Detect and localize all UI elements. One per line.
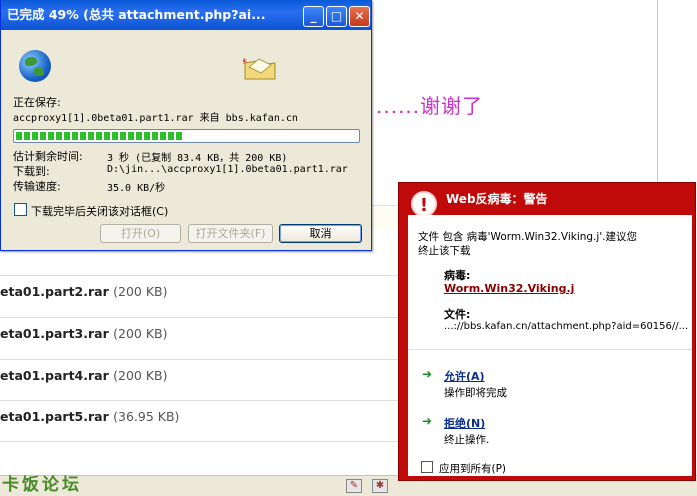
rate-value: 35.0 KB/秒: [107, 183, 166, 194]
download-progress-bar: [13, 129, 360, 143]
apply-all-checkbox[interactable]: [421, 461, 433, 473]
av-message-line1: 文件 包含 病毒'Worm.Win32.Viking.j'.建议您: [418, 231, 638, 243]
time-left-value: 3 秒 (已复制 83.4 KB，共 200 KB): [107, 153, 288, 164]
minimize-button[interactable]: _: [303, 6, 324, 27]
maximize-icon: □: [330, 9, 343, 23]
virus-label: 病毒:: [444, 269, 471, 282]
screen: ......谢谢了 eta01.part2.rar (200 KB) eta01…: [0, 0, 697, 496]
rate-label: 传输速度:: [13, 180, 61, 193]
attachment-size: (200 KB): [113, 326, 168, 341]
download-to-value: D:\jin...\accproxy1[1].0beta01.part1.rar: [107, 164, 348, 175]
post-text: ......谢谢了: [376, 94, 484, 118]
saving-file: accproxy1[1].0beta01.part1.rar 来自 bbs.ka…: [13, 113, 298, 124]
allow-arrow-icon: ➜: [422, 367, 433, 381]
svg-text:*: *: [243, 56, 247, 70]
forum-logo: 卡饭论坛: [2, 475, 82, 495]
progress-fill: [16, 132, 184, 140]
allow-description: 操作即将完成: [444, 387, 507, 399]
virus-name-link[interactable]: Worm.Win32.Viking.j: [444, 282, 574, 295]
av-message-line2: 终止该下载: [418, 245, 471, 257]
maximize-button[interactable]: □: [326, 6, 347, 27]
antivirus-tray-icon[interactable]: ✱: [372, 479, 388, 493]
file-value: ...://bbs.kafan.cn/attachment.php?aid=60…: [444, 321, 689, 332]
file-label: 文件:: [444, 308, 471, 321]
open-folder-button[interactable]: 打开文件夹(F): [188, 224, 273, 243]
globe-icon: [19, 50, 51, 82]
deny-description: 终止操作.: [444, 434, 490, 446]
attachment-row[interactable]: eta01.part4.rar (200 KB): [0, 359, 400, 401]
apply-all-label[interactable]: 应用到所有(P): [439, 461, 506, 476]
av-title: Web反病毒：警告: [446, 192, 548, 206]
close-when-done-label[interactable]: 下载完毕后关闭该对话框(C): [31, 203, 168, 219]
close-button[interactable]: ✕: [349, 6, 370, 27]
attachment-size: (200 KB): [113, 284, 168, 299]
page-border: [657, 0, 658, 190]
allow-link[interactable]: 允许(A): [444, 368, 485, 384]
av-body: 文件 包含 病毒'Worm.Win32.Viking.j'.建议您 终止该下载 …: [408, 215, 692, 476]
folder-icon: *: [243, 56, 276, 80]
divider: [0, 441, 400, 442]
open-button[interactable]: 打开(O): [100, 224, 181, 243]
attachment-row[interactable]: eta01.part2.rar (200 KB): [0, 275, 400, 317]
deny-arrow-icon: ➜: [422, 414, 433, 428]
attachment-name[interactable]: eta01.part4.rar: [0, 368, 109, 383]
saving-label: 正在保存:: [13, 96, 61, 109]
attachment-row[interactable]: eta01.part3.rar (200 KB): [0, 317, 400, 359]
av-titlebar: ! Web反病毒：警告: [399, 183, 695, 217]
download-dialog: 已完成 49% (总共 attachment.php?ai... _ □ ✕ *…: [0, 0, 372, 251]
minimize-icon: _: [310, 9, 317, 23]
attachment-row[interactable]: eta01.part5.rar (36.95 KB): [0, 400, 400, 442]
deny-link[interactable]: 拒绝(N): [444, 415, 485, 431]
close-when-done-checkbox[interactable]: [14, 203, 27, 216]
close-icon: ✕: [354, 9, 365, 23]
attachment-size: (36.95 KB): [113, 409, 180, 424]
download-to-label: 下载到:: [13, 165, 50, 178]
alert-icon: !: [411, 191, 437, 217]
attachment-size: (200 KB): [113, 368, 168, 383]
attachment-name[interactable]: eta01.part2.rar: [0, 284, 109, 299]
attachment-name[interactable]: eta01.part3.rar: [0, 326, 109, 341]
divider: [408, 349, 692, 350]
dialog-title: 已完成 49% (总共 attachment.php?ai...: [7, 7, 266, 22]
time-left-label: 估计剩余时间:: [13, 150, 83, 163]
attachment-name[interactable]: eta01.part5.rar: [0, 409, 109, 424]
cancel-button[interactable]: 取消: [279, 224, 362, 243]
antivirus-warning-dialog: ! Web反病毒：警告 文件 包含 病毒'Worm.Win32.Viking.j…: [398, 182, 696, 481]
security-tray-icon[interactable]: ✎: [346, 479, 362, 493]
